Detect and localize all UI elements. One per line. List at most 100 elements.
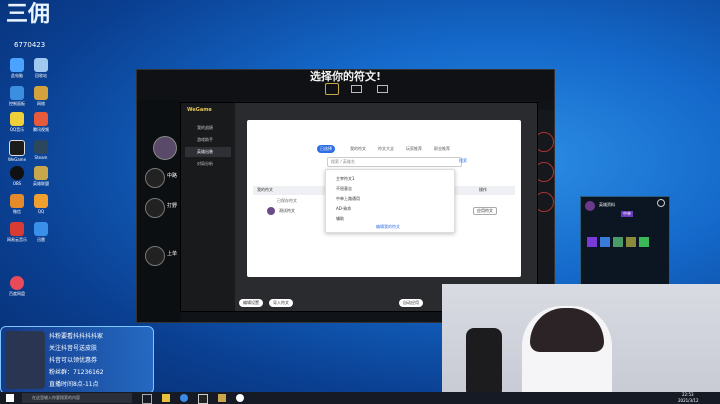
explorer-icon[interactable] bbox=[162, 394, 170, 402]
recycle-bin-icon bbox=[34, 58, 48, 72]
rune-tool-window: WeGame 我的战绩 游戏助手 英雄出装 对局分析 已选择 我的符文 符文大全… bbox=[180, 102, 538, 312]
obs-icon bbox=[10, 166, 24, 180]
lane-icon-mid[interactable] bbox=[145, 168, 165, 188]
streamer-info-box: 抖粉要看抖抖抖抖家 关注抖音号送皮肤 抖音可以领优惠券 粉丝群：71236162… bbox=[0, 326, 154, 394]
pc-icon bbox=[10, 58, 24, 72]
xunlei-icon bbox=[34, 222, 48, 236]
client-top-bar: 选择你的符文! bbox=[137, 70, 554, 100]
row-avatar bbox=[267, 207, 275, 215]
lane-icon-jungle[interactable] bbox=[145, 198, 165, 218]
import-rune-button[interactable]: 导入符文 bbox=[269, 299, 293, 307]
rune-panel: 已选择 我的符文 符文大全 玩家推荐 职业推荐 搜索 / 英雄名 搜索 我的符文… bbox=[247, 120, 521, 277]
rune-icon bbox=[626, 237, 636, 247]
desktop-icon-steam[interactable]: Steam bbox=[24, 140, 58, 160]
edit-settings-button[interactable]: 编辑设置 bbox=[239, 299, 263, 307]
table-header-title: 我的符文 bbox=[257, 187, 273, 192]
wegame-icon bbox=[9, 140, 25, 156]
rune-icon bbox=[587, 237, 597, 247]
dropdown-footer-link[interactable]: 编辑我的符文 bbox=[376, 224, 400, 230]
sidebar-item-analysis[interactable]: 对局分析 bbox=[185, 159, 231, 169]
client-banner-text: 选择你的符文! bbox=[309, 70, 382, 83]
champion-panel-title: 英雄资料 bbox=[599, 202, 615, 207]
tab-all-runes[interactable]: 符文大全 bbox=[375, 145, 397, 153]
clock-date[interactable]: 2021/3/12 bbox=[678, 398, 699, 403]
taskbar-app-icons bbox=[142, 394, 362, 404]
desktop-logo: 三佣 bbox=[6, 2, 52, 32]
champion-avatar bbox=[585, 201, 595, 211]
desktop-icon-lol[interactable]: 英雄联盟 bbox=[24, 166, 58, 187]
sidebar-item-record[interactable]: 我的战绩 bbox=[185, 123, 231, 133]
tab-selected[interactable]: 已选择 bbox=[317, 145, 335, 153]
rune-icon-row bbox=[587, 237, 663, 249]
dropdown-item[interactable]: 辅助 bbox=[336, 216, 344, 222]
id-number: 6770423 bbox=[14, 41, 46, 49]
tab-my-runes[interactable]: 我的符文 bbox=[347, 145, 369, 153]
monitor-icon[interactable] bbox=[351, 85, 362, 93]
dropdown-item[interactable]: 不屈意志 bbox=[336, 186, 352, 192]
dropdown-item[interactable]: 中单上路通用 bbox=[336, 196, 360, 202]
netease-music-icon bbox=[10, 222, 24, 236]
table-col-label: 已保存符文 bbox=[277, 198, 297, 203]
champion-portrait[interactable] bbox=[153, 136, 177, 160]
dropdown-item[interactable]: AD-致命 bbox=[336, 206, 351, 212]
steam-icon bbox=[34, 140, 48, 154]
video-icon[interactable] bbox=[377, 85, 388, 93]
obs-taskbar-icon[interactable] bbox=[236, 394, 244, 402]
lane-label-top: 上单 bbox=[167, 251, 178, 257]
rune-icon bbox=[600, 237, 610, 247]
info-line-3: 抖音可以领优惠券 bbox=[49, 357, 98, 364]
table-header-action: 操作 bbox=[479, 187, 487, 192]
lol-icon bbox=[34, 166, 48, 180]
clock-time[interactable]: 22:53 bbox=[682, 392, 694, 397]
lane-label-mid: 中路 bbox=[167, 173, 178, 179]
browser-icon[interactable] bbox=[180, 394, 188, 402]
lane-icon-top[interactable] bbox=[145, 246, 165, 266]
desktop-icon-network[interactable]: 网络 bbox=[24, 86, 58, 107]
search-dropdown: 主宰符文1 不屈意志 中单上路通用 AD-致命 辅助 编辑我的符文 bbox=[325, 169, 455, 233]
home-icon[interactable] bbox=[325, 83, 339, 95]
row-name: 测试符文 bbox=[279, 208, 295, 213]
logo-text: 三佣 bbox=[6, 2, 51, 27]
sidebar-item-assistant[interactable]: 游戏助手 bbox=[185, 135, 231, 145]
info-line-1: 抖粉要看抖抖抖抖家 bbox=[49, 333, 104, 340]
lol-taskbar-icon[interactable] bbox=[218, 394, 226, 402]
anime-avatar bbox=[5, 331, 45, 389]
desktop-icon-baidu[interactable]: 百度网盘 bbox=[0, 276, 34, 297]
client-sidebar: 中路 打野 上单 bbox=[137, 100, 181, 322]
tool-sidebar: WeGame 我的战绩 游戏助手 英雄出装 对局分析 bbox=[181, 103, 235, 311]
desktop-icon-xunlei[interactable]: 迅雷 bbox=[24, 222, 58, 243]
sidebar-item-build[interactable]: 英雄出装 bbox=[185, 147, 231, 157]
info-line-4: 粉丝群：71236162 bbox=[49, 369, 104, 376]
info-line-2: 关注抖音号送皮肤 bbox=[49, 345, 98, 352]
lane-label-jungle: 打野 bbox=[167, 203, 178, 209]
qq-icon bbox=[34, 194, 48, 208]
wegame-taskbar-icon[interactable] bbox=[198, 394, 208, 404]
taskbar: 在这里输入你要搜索的内容 22:53 2021/3/12 bbox=[0, 392, 720, 404]
microphone bbox=[466, 328, 502, 398]
wechat-icon bbox=[10, 194, 24, 208]
auto-apply-toggle[interactable]: 自动应用 bbox=[399, 299, 423, 307]
start-icon[interactable] bbox=[6, 394, 14, 402]
control-panel-icon bbox=[10, 86, 24, 100]
tab-pro-rec[interactable]: 职业推荐 bbox=[431, 145, 453, 153]
close-icon[interactable] bbox=[657, 199, 665, 207]
dropdown-item[interactable]: 主宰符文1 bbox=[336, 176, 355, 182]
desktop-icon-recycle[interactable]: 回收站 bbox=[24, 58, 58, 79]
desktop-icon-video[interactable]: 腾讯视频 bbox=[24, 112, 58, 133]
taskview-icon[interactable] bbox=[142, 394, 152, 404]
desktop-icon-qq[interactable]: QQ bbox=[24, 194, 58, 214]
apply-rune-button[interactable]: 应用符文 bbox=[473, 207, 497, 215]
network-icon bbox=[34, 86, 48, 100]
rune-icon bbox=[639, 237, 649, 247]
baidu-disk-icon bbox=[10, 276, 24, 290]
app-title: WeGame bbox=[187, 107, 212, 113]
champion-role-badge: 中单 bbox=[621, 211, 633, 217]
taskbar-search-input[interactable]: 在这里输入你要搜索的内容 bbox=[22, 393, 132, 403]
tab-player-rec[interactable]: 玩家推荐 bbox=[403, 145, 425, 153]
webcam-feed bbox=[442, 284, 720, 404]
search-button[interactable]: 搜索 bbox=[459, 158, 467, 164]
search-input[interactable]: 搜索 / 英雄名 bbox=[327, 157, 462, 167]
info-line-5: 直播时间8点-11点 bbox=[49, 381, 99, 388]
rune-icon bbox=[613, 237, 623, 247]
qq-music-icon bbox=[10, 112, 24, 126]
